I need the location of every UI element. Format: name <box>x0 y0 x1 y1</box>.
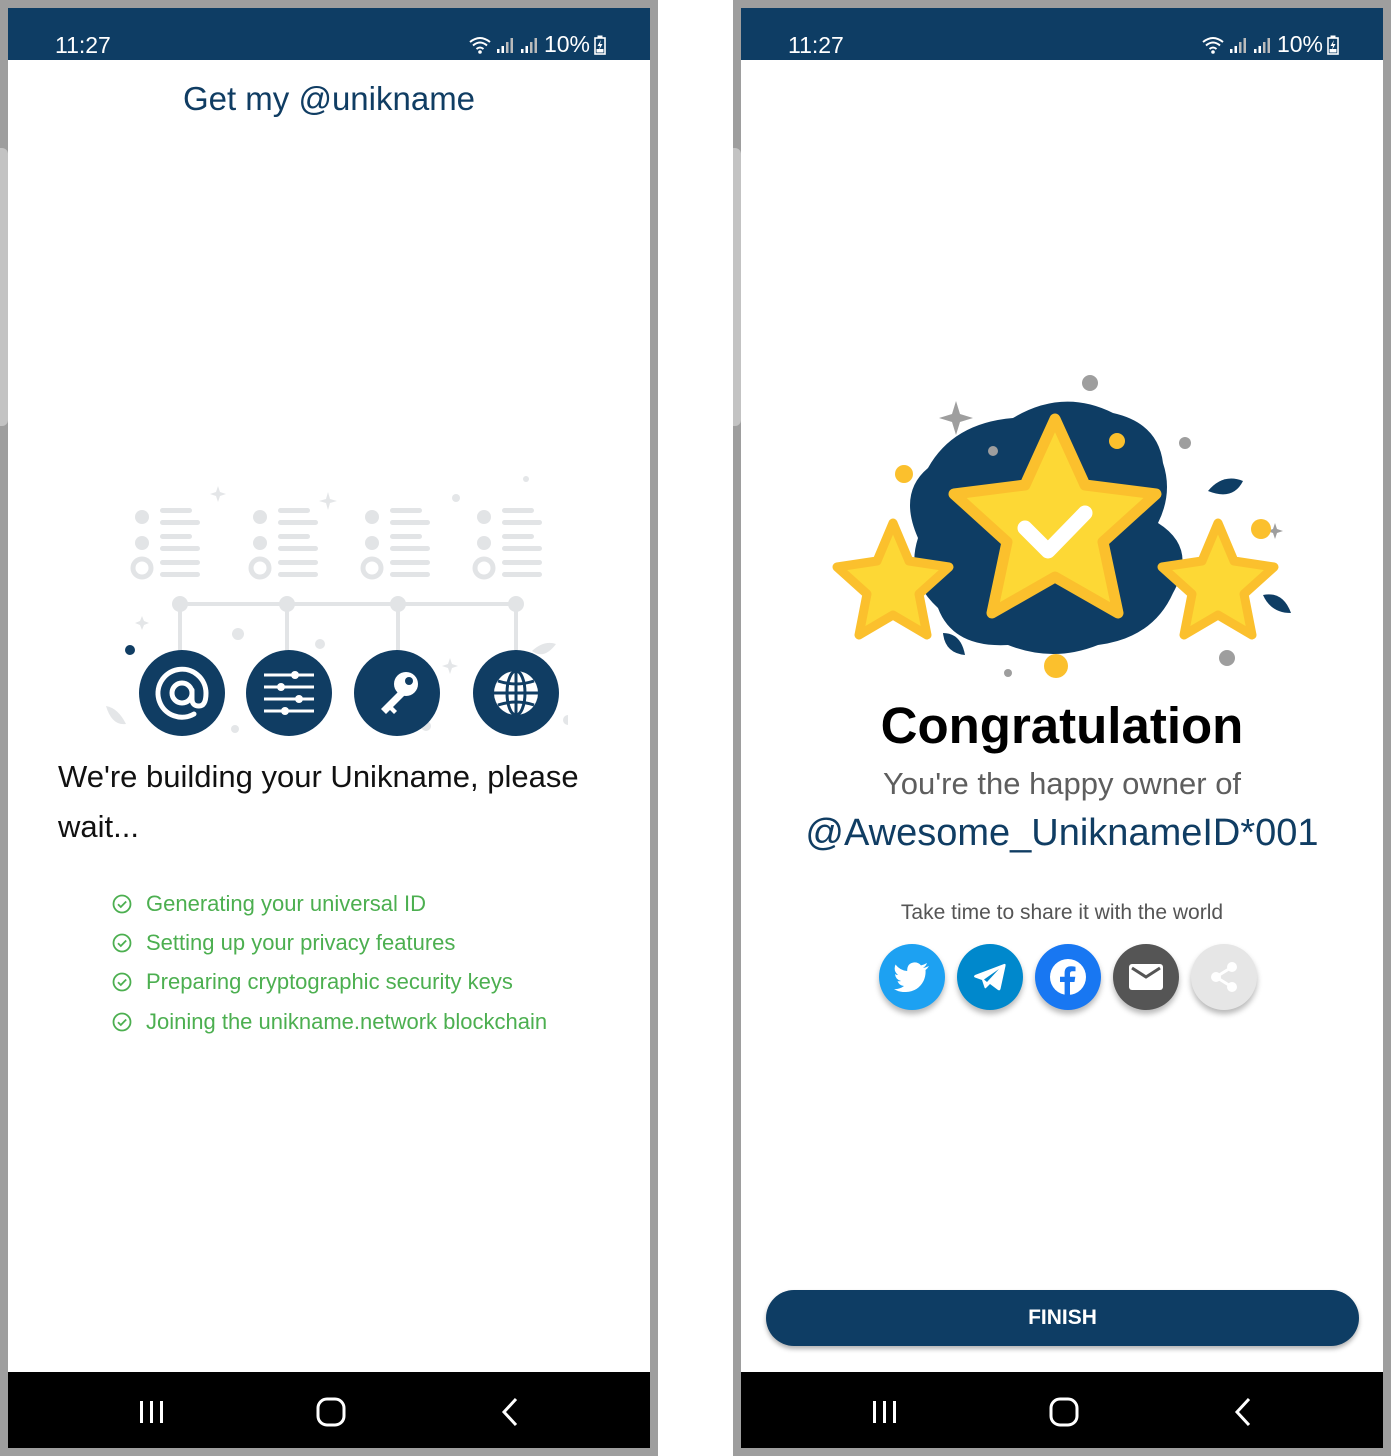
signal-icon <box>520 37 537 53</box>
owner-text: You're the happy owner of <box>882 766 1242 801</box>
status-time: 11:27 <box>55 32 111 58</box>
sliders-icon <box>246 650 332 736</box>
twitter-icon <box>894 962 929 992</box>
home-button[interactable] <box>309 1396 353 1428</box>
right-star <box>1157 518 1279 640</box>
navigation-bar <box>8 1372 650 1448</box>
signal-icon <box>1229 37 1246 53</box>
at-icon <box>139 650 225 736</box>
building-message: We're building your Unikname, please wai… <box>58 759 579 844</box>
side-button <box>733 148 741 426</box>
check-circle-icon <box>112 933 132 953</box>
share-icon <box>1211 962 1237 992</box>
home-button[interactable] <box>1042 1396 1086 1428</box>
status-bar: 11:27 10% <box>8 8 650 60</box>
recent-apps-button[interactable] <box>863 1396 907 1428</box>
step-item: Joining the unikname.network blockchain <box>112 1002 547 1041</box>
share-buttons <box>879 944 1279 1014</box>
battery-percent: 10% <box>543 31 590 57</box>
key-icon <box>354 650 440 736</box>
check-circle-icon <box>112 894 132 914</box>
email-share-button[interactable] <box>1113 944 1179 1010</box>
check-circle-icon <box>112 1012 132 1031</box>
status-icons: 10% <box>468 31 606 58</box>
step-item: Setting up your privacy features <box>112 923 547 962</box>
twitter-share-button[interactable] <box>879 944 945 1010</box>
signal-icon <box>496 37 513 53</box>
step-label: Preparing cryptographic security keys <box>146 969 513 995</box>
navigation-bar <box>741 1372 1383 1448</box>
step-label: Joining the unikname.network blockchain <box>146 1008 548 1034</box>
email-icon <box>1129 964 1163 990</box>
share-hint: Take time to share it with the world <box>900 901 1224 924</box>
unikname-id: @Awesome_UniknameID*001 <box>805 812 1319 854</box>
telegram-share-button[interactable] <box>957 944 1023 1010</box>
congratulation-screen: 11:27 10% Congratulation You're the happ… <box>741 8 1383 1448</box>
battery-charging-icon <box>594 35 606 55</box>
battery-percent: 10% <box>1276 31 1323 57</box>
status-time: 11:27 <box>788 32 844 58</box>
step-item: Preparing cryptographic security keys <box>112 963 547 1002</box>
globe-icon <box>473 650 559 736</box>
status-bar: 11:27 10% <box>741 8 1383 60</box>
facebook-share-button[interactable] <box>1035 944 1101 1010</box>
status-icons: 10% <box>1201 31 1339 58</box>
more-share-button[interactable] <box>1191 944 1257 1010</box>
recent-apps-button[interactable] <box>130 1396 174 1428</box>
battery-charging-icon <box>1327 35 1339 55</box>
page-title: Get my @unikname <box>182 80 476 117</box>
phone-frame-right: 11:27 10% Congratulation You're the happ… <box>733 0 1391 1456</box>
phone-frame-left: 11:27 10% Get my @unikname We're buildin… <box>0 0 658 1456</box>
wifi-icon <box>1202 36 1224 54</box>
congratulation-title: Congratulation <box>880 697 1244 754</box>
signal-icon <box>1253 37 1270 53</box>
facebook-icon <box>1050 959 1086 995</box>
telegram-icon <box>974 963 1006 991</box>
step-item: Generating your universal ID <box>112 884 547 923</box>
stars-celebration-illustration <box>832 375 1291 678</box>
back-button[interactable] <box>488 1396 532 1428</box>
building-screen: 11:27 10% Get my @unikname We're buildin… <box>8 8 650 1448</box>
progress-steps: Generating your universal ID Setting up … <box>112 884 547 1041</box>
step-label: Setting up your privacy features <box>146 929 456 955</box>
wifi-icon <box>469 36 491 54</box>
finish-button[interactable]: FINISH <box>766 1290 1359 1346</box>
check-circle-icon <box>112 972 132 992</box>
side-button <box>0 148 8 426</box>
step-label: Generating your universal ID <box>146 890 427 916</box>
building-illustration <box>106 476 568 736</box>
back-button[interactable] <box>1221 1396 1265 1428</box>
